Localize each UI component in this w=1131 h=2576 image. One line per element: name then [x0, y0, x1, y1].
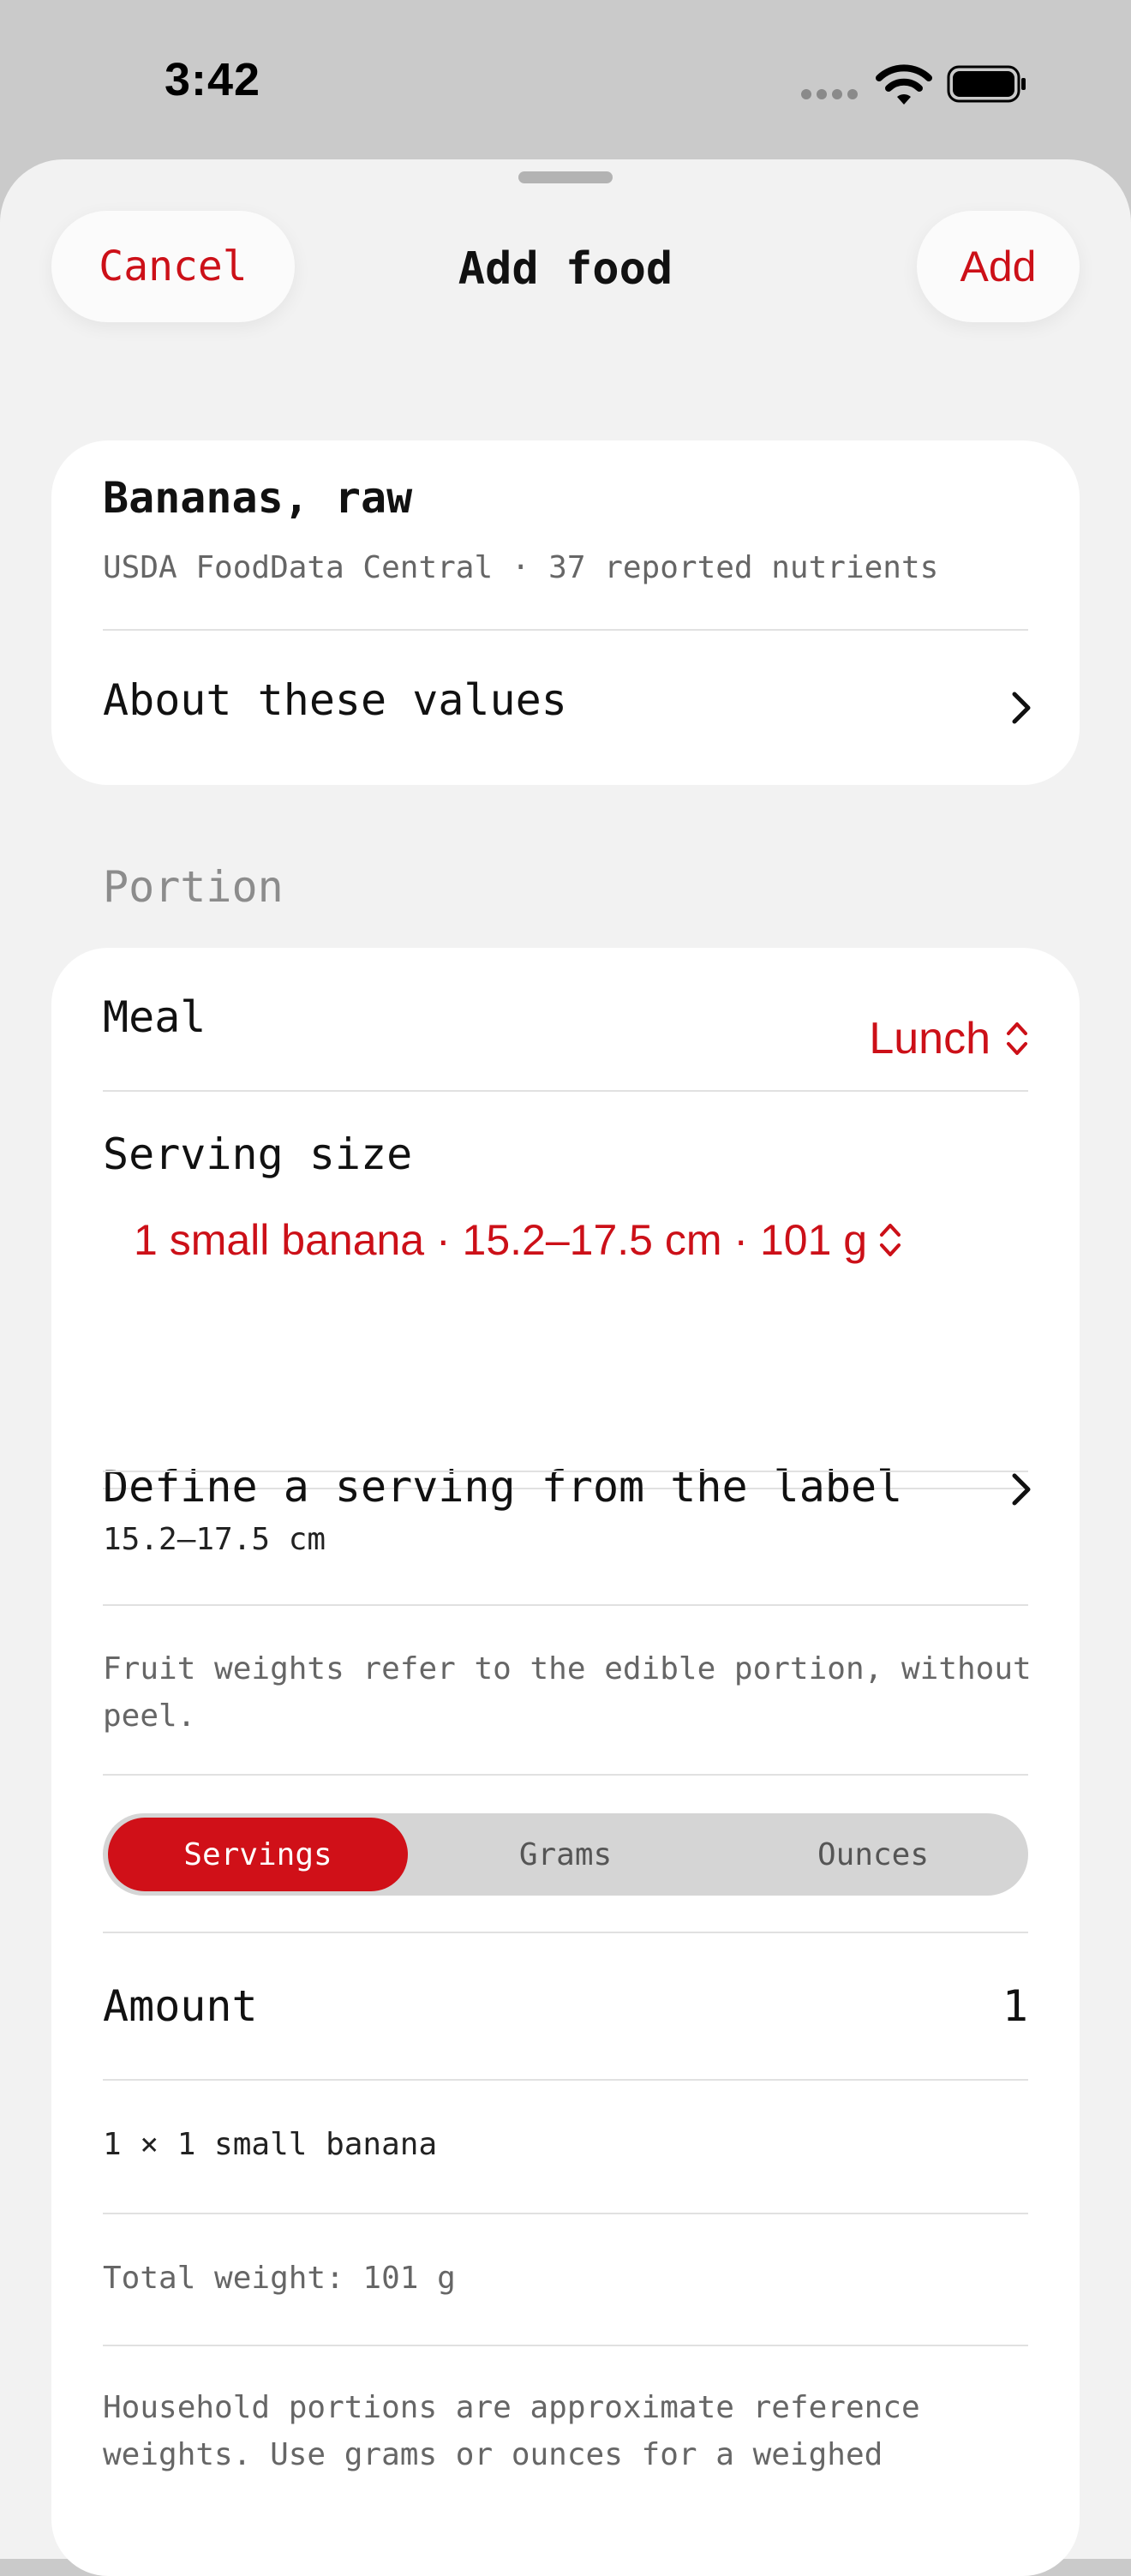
add-button[interactable]: Add: [917, 211, 1080, 322]
serving-size-value: 1 small banana · 15.2–17.5 cm · 101 g: [134, 1216, 868, 1264]
about-values-row[interactable]: About these values: [51, 631, 1080, 785]
meal-row[interactable]: Meal Lunch: [51, 948, 1080, 1088]
food-source: USDA FoodData Central · 37 reported nutr…: [103, 550, 939, 585]
cellular-signal-icon: [801, 89, 858, 99]
wifi-icon: [876, 64, 932, 105]
total-weight-text: Total weight: 101 g: [103, 2261, 456, 2296]
define-serving-label: Define a serving from the label: [103, 1462, 903, 1512]
meal-label: Meal: [103, 992, 206, 1042]
meal-value: Lunch: [869, 1014, 990, 1063]
status-bar: 3:42: [0, 0, 1131, 163]
calculation-text: 1 × 1 small banana: [103, 2127, 438, 2162]
amount-row[interactable]: Amount 1: [51, 1933, 1080, 2079]
divider: [103, 2345, 1028, 2346]
chevron-right-icon: [1012, 692, 1031, 724]
divider: [103, 2213, 1028, 2214]
segment-ounces[interactable]: Ounces: [723, 1818, 1023, 1891]
divider: [103, 1774, 1028, 1776]
amount-value[interactable]: 1: [1002, 1981, 1028, 2031]
portion-card: Meal Lunch Serving size 1 small banana ·…: [51, 948, 1080, 2576]
serving-size-picker[interactable]: 1 small banana · 15.2–17.5 cm · 101 g: [134, 1215, 901, 1265]
chevron-right-icon: [1012, 1473, 1031, 1506]
divider: [103, 1604, 1028, 1606]
portion-section-header: Portion: [103, 862, 284, 912]
add-food-sheet: Cancel Add food Add Bananas, raw USDA Fo…: [0, 159, 1131, 2576]
serving-size-label: Serving size: [103, 1129, 413, 1179]
fruit-weight-note: Fruit weights refer to the edible portio…: [103, 1651, 1032, 1734]
unit-segmented-control[interactable]: Servings Grams Ounces: [103, 1813, 1028, 1896]
about-values-label: About these values: [103, 675, 567, 725]
battery-icon: [947, 65, 1026, 103]
divider: [103, 1471, 1028, 1472]
divider: [103, 1090, 1028, 1092]
divider: [103, 2079, 1028, 2081]
amount-label: Amount: [103, 1981, 258, 2031]
household-portions-note: Household portions are approximate refer…: [103, 2390, 920, 2472]
dimension-text: 15.2–17.5 cm: [103, 1522, 326, 1557]
food-name: Bananas, raw: [103, 473, 413, 523]
food-info-card: Bananas, raw USDA FoodData Central · 37 …: [51, 440, 1080, 785]
segment-grams[interactable]: Grams: [416, 1818, 715, 1891]
sheet-grabber[interactable]: [518, 171, 613, 183]
up-down-chevron-icon: [1007, 1022, 1027, 1055]
status-time: 3:42: [165, 54, 261, 105]
segment-servings[interactable]: Servings: [108, 1818, 408, 1891]
up-down-chevron-icon: [880, 1224, 901, 1256]
meal-picker[interactable]: Lunch: [869, 1013, 1028, 1064]
